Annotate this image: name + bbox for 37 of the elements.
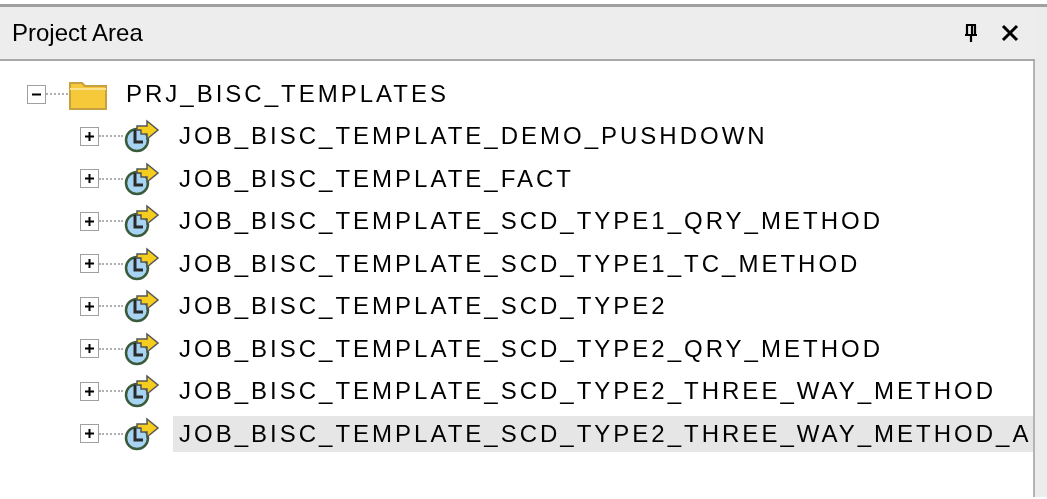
- job-icon: [123, 160, 161, 197]
- job-icon: [123, 203, 161, 240]
- expand-toggle[interactable]: [80, 211, 99, 231]
- tree-item[interactable]: JOB_BISC_TEMPLATE_SCD_TYPE2_THREE_WAY_METHOD_A: [173, 415, 1034, 452]
- tree-item[interactable]: JOB_BISC_TEMPLATE_SCD_TYPE2_THREE_WAY_METHOD: [173, 373, 999, 410]
- expand-toggle[interactable]: [80, 254, 99, 274]
- job-icon: [123, 330, 161, 367]
- plus-icon: [85, 344, 94, 354]
- plus-icon: [85, 259, 94, 269]
- job-icon: [123, 288, 161, 325]
- expand-toggle[interactable]: [80, 424, 99, 444]
- job-icon: [123, 373, 161, 410]
- plus-icon: [85, 174, 94, 184]
- tree-item[interactable]: JOB_BISC_TEMPLATE_DEMO_PUSHDOWN: [173, 118, 770, 155]
- tree-item[interactable]: JOB_BISC_TEMPLATE_FACT: [173, 160, 576, 197]
- collapse-toggle[interactable]: [27, 84, 46, 104]
- plus-icon: [85, 131, 94, 141]
- close-icon[interactable]: [1001, 24, 1019, 42]
- expand-toggle[interactable]: [80, 381, 99, 401]
- job-icon: [123, 415, 161, 452]
- job-icon: [123, 245, 161, 282]
- job-icon: [123, 118, 161, 155]
- plus-icon: [85, 386, 94, 396]
- tree-item[interactable]: JOB_BISC_TEMPLATE_SCD_TYPE1_QRY_METHOD: [173, 203, 885, 240]
- tree-item[interactable]: JOB_BISC_TEMPLATE_SCD_TYPE2_QRY_METHOD: [173, 330, 885, 367]
- tree-item[interactable]: PRJ_BISC_TEMPLATES: [120, 76, 451, 112]
- panel-title: Project Area: [12, 18, 144, 48]
- expand-toggle[interactable]: [80, 296, 99, 316]
- expand-toggle[interactable]: [80, 339, 99, 359]
- tree-item[interactable]: JOB_BISC_TEMPLATE_SCD_TYPE1_TC_METHOD: [173, 245, 863, 282]
- plus-icon: [85, 429, 94, 439]
- pin-icon[interactable]: [963, 23, 979, 43]
- plus-icon: [85, 216, 94, 226]
- expand-toggle[interactable]: [80, 126, 99, 146]
- tree-item[interactable]: JOB_BISC_TEMPLATE_SCD_TYPE2: [173, 288, 670, 325]
- plus-icon: [85, 301, 94, 311]
- expand-toggle[interactable]: [80, 169, 99, 189]
